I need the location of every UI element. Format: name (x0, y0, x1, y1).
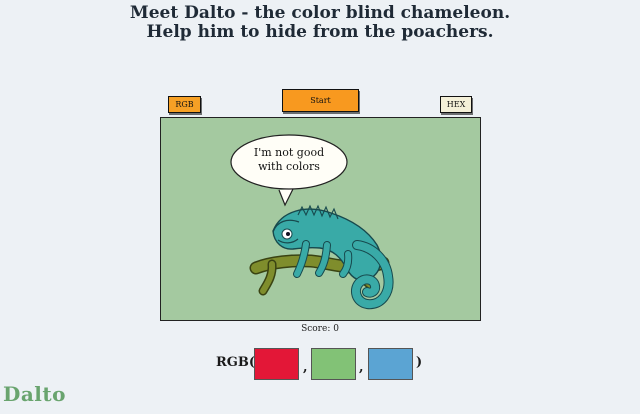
blue-color-swatch[interactable] (368, 348, 413, 380)
game-stage: I'm not good with colors (160, 117, 481, 321)
rgb-mode-button[interactable]: RGB (168, 96, 201, 113)
red-color-swatch[interactable] (254, 348, 299, 380)
color-separator-1: , (303, 360, 308, 375)
title-line-1: Meet Dalto - the color blind chameleon. (129, 3, 511, 23)
hex-mode-button[interactable]: HEX (440, 96, 472, 113)
rgb-prefix-label: RGB( (216, 355, 256, 370)
game-page: Meet Dalto - the color blind chameleon. … (0, 0, 640, 414)
scene-svg: I'm not good with colors (230, 134, 394, 310)
score-display: Score: 0 (301, 324, 339, 334)
dalto-logo: Dalto (3, 382, 66, 406)
page-title: Meet Dalto - the color blind chameleon. … (0, 4, 640, 42)
start-button[interactable]: Start (282, 89, 359, 112)
color-separator-2: , (359, 360, 364, 375)
rgb-suffix-label: ) (416, 355, 423, 370)
speech-text-line-2: with colors (258, 160, 320, 173)
speech-text-line-1: I'm not good (254, 146, 324, 159)
title-line-2: Help him to hide from the poachers. (146, 22, 494, 42)
green-color-swatch[interactable] (311, 348, 356, 380)
speech-bubble: I'm not good with colors (230, 134, 348, 207)
